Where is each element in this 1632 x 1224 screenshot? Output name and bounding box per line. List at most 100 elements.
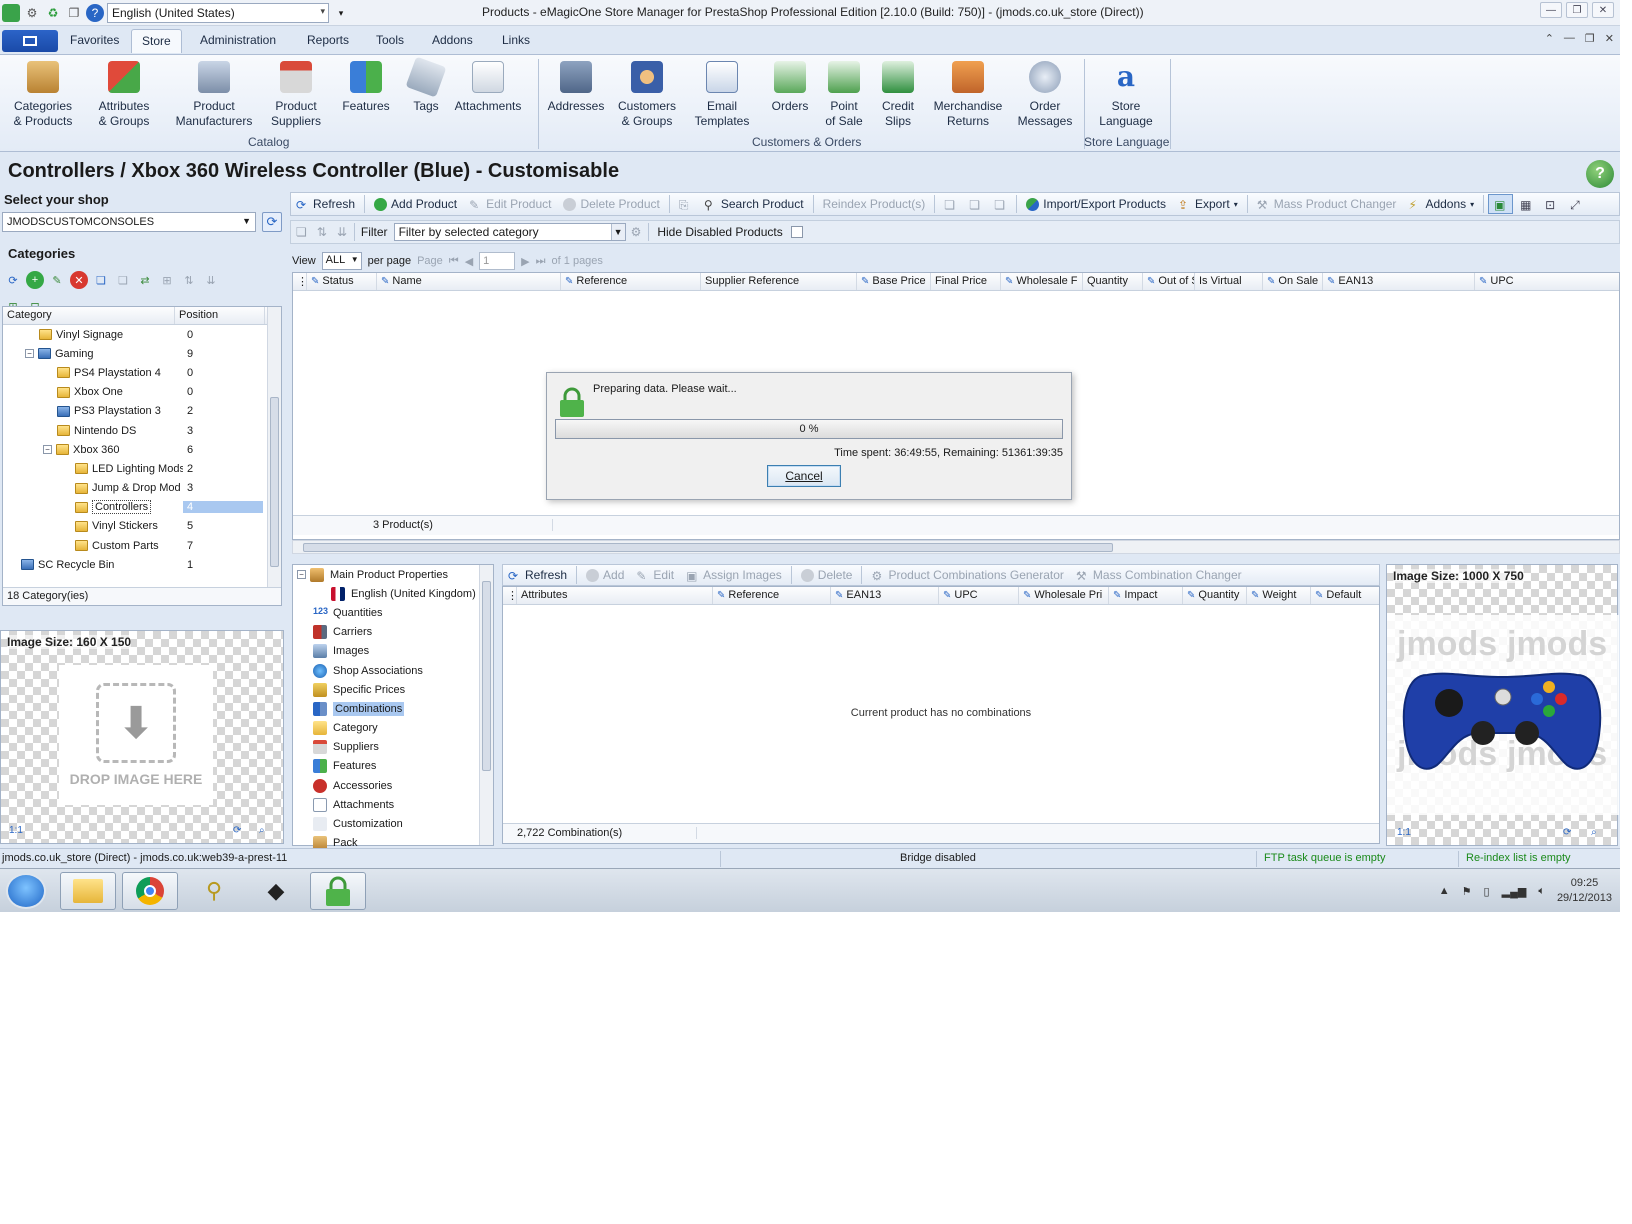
sort-asc-button[interactable]: ⇅ bbox=[312, 222, 332, 242]
add-category-icon[interactable]: + bbox=[26, 271, 44, 289]
clipboard-clear-button[interactable]: ❏ bbox=[989, 194, 1012, 214]
category-row[interactable]: Jump & Drop Mod 3 bbox=[3, 479, 281, 498]
credit-slips-button[interactable]: Credit Slips bbox=[876, 61, 920, 129]
mdi-minimize-icon[interactable]: — bbox=[1564, 32, 1575, 45]
comb-add-button[interactable]: Add bbox=[581, 565, 629, 585]
customize-qat-icon[interactable]: ▾ bbox=[332, 4, 350, 22]
column-final-price[interactable]: Final Price bbox=[931, 273, 1001, 290]
tab-addons[interactable]: Addons bbox=[432, 33, 473, 47]
merchandise-returns-button[interactable]: Merchandise Returns bbox=[928, 61, 1008, 129]
category-row-selected[interactable]: Controllers 4 bbox=[3, 498, 281, 517]
tree-item[interactable]: Carriers bbox=[293, 623, 493, 642]
tab-store[interactable]: Store bbox=[131, 29, 182, 53]
delete-product-button[interactable]: Delete Product bbox=[558, 194, 664, 214]
refresh-icon[interactable]: ♻ bbox=[44, 4, 62, 22]
column-name[interactable]: ✎ Name bbox=[377, 273, 561, 290]
tree-item[interactable]: Accessories bbox=[293, 776, 493, 795]
clipboard-paste-button[interactable]: ❏ bbox=[964, 194, 987, 214]
column-category[interactable]: Category bbox=[3, 307, 175, 324]
window-icon[interactable]: ❐ bbox=[65, 4, 83, 22]
flag-icon[interactable]: ⚑ bbox=[1462, 885, 1472, 898]
comb-delete-button[interactable]: Delete bbox=[796, 565, 858, 585]
refresh-button[interactable]: ⟳ Refresh bbox=[291, 194, 360, 214]
store-language-button[interactable]: a Store Language bbox=[1094, 61, 1158, 129]
mdi-restore-icon[interactable]: ❐ bbox=[1585, 32, 1595, 45]
tab-administration[interactable]: Administration bbox=[200, 33, 276, 47]
assign-images-button[interactable]: ▣ Assign Images bbox=[681, 565, 787, 585]
layout-toggle-button[interactable]: ▣ bbox=[1488, 194, 1514, 214]
column-ean13[interactable]: ✎ EAN13 bbox=[1323, 273, 1475, 290]
category-row[interactable]: SC Recycle Bin 1 bbox=[3, 555, 281, 574]
rotate-icon[interactable]: ⟳ bbox=[1563, 827, 1577, 839]
column-base-price[interactable]: ✎ Base Price bbox=[857, 273, 931, 290]
help-small-icon[interactable]: ? bbox=[86, 4, 104, 22]
category-row[interactable]: Xbox One 0 bbox=[3, 383, 281, 402]
tab-favorites[interactable]: Favorites bbox=[70, 33, 119, 47]
scrollbar-thumb[interactable] bbox=[303, 543, 1113, 552]
attributes-groups-button[interactable]: Attributes & Groups bbox=[92, 61, 156, 129]
filter-settings-button[interactable]: ⚙ bbox=[626, 222, 647, 242]
battery-icon[interactable]: ▯ bbox=[1484, 885, 1490, 898]
settings-icon[interactable]: ⚙ bbox=[23, 4, 41, 22]
start-button[interactable] bbox=[6, 873, 46, 909]
import-export-button[interactable]: Import/Export Products bbox=[1021, 194, 1171, 214]
collapse-ribbon-icon[interactable]: ⌃ bbox=[1545, 32, 1554, 45]
shop-select[interactable]: JMODSCUSTOMCONSOLES ▼ bbox=[2, 212, 256, 232]
delete-category-icon[interactable]: ✕ bbox=[70, 271, 88, 289]
product-suppliers-button[interactable]: Product Suppliers bbox=[264, 61, 328, 129]
column-chooser-icon[interactable]: ⋮ bbox=[293, 273, 307, 290]
email-templates-button[interactable]: Email Templates bbox=[690, 61, 754, 129]
mdi-close-icon[interactable]: ✕ bbox=[1605, 32, 1614, 45]
order-messages-button[interactable]: Order Messages bbox=[1014, 61, 1076, 129]
expand-icon[interactable]: ⊞ bbox=[158, 271, 176, 289]
drop-image-area[interactable]: ⬇ DROP IMAGE HERE bbox=[59, 665, 213, 805]
help-icon[interactable]: ? bbox=[1586, 160, 1614, 188]
collapse-toggle-icon[interactable]: − bbox=[43, 445, 52, 455]
sort-desc-button[interactable]: ⇊ bbox=[332, 222, 352, 242]
fit-columns-button[interactable]: ⊡ bbox=[1540, 194, 1563, 214]
language-select[interactable]: English (United States) ▾ bbox=[107, 3, 329, 23]
tree-item[interactable]: − Main Product Properties bbox=[293, 565, 493, 584]
category-row[interactable]: − Xbox 360 6 bbox=[3, 440, 281, 459]
grid-view-button[interactable]: ▦ bbox=[1515, 194, 1538, 214]
sort-up-icon[interactable]: ⇅ bbox=[180, 271, 198, 289]
category-row[interactable]: PS4 Playstation 4 0 bbox=[3, 363, 281, 382]
store-manager-taskbar-button[interactable] bbox=[310, 872, 366, 910]
orders-button[interactable]: Orders bbox=[768, 61, 812, 114]
copy-icon[interactable]: ❏ bbox=[92, 271, 110, 289]
explorer-taskbar-button[interactable] bbox=[60, 872, 116, 910]
column-wholesale[interactable]: ✎ Wholesale F bbox=[1001, 273, 1083, 290]
column-supplier-reference[interactable]: Supplier Reference bbox=[701, 273, 857, 290]
inkscape-taskbar-button[interactable]: ◆ bbox=[248, 872, 304, 910]
refresh-icon[interactable]: ⟳ bbox=[4, 271, 22, 289]
category-row[interactable]: LED Lighting Mods 2 bbox=[3, 459, 281, 478]
column-wholesale[interactable]: ✎ Wholesale Pri bbox=[1019, 587, 1109, 604]
tree-item-selected[interactable]: Combinations bbox=[293, 699, 493, 718]
first-page-icon[interactable]: ⏮ bbox=[449, 255, 459, 268]
per-page-select[interactable]: ALL ▼ bbox=[321, 252, 362, 270]
tree-item[interactable]: Customization bbox=[293, 814, 493, 833]
column-status[interactable]: ✎ Status bbox=[307, 273, 377, 290]
product-image-panel[interactable]: Image Size: 1000 X 750 jmods jmods jmods… bbox=[1386, 564, 1619, 846]
tree-item[interactable]: Features bbox=[293, 757, 493, 776]
column-quantity[interactable]: Quantity bbox=[1083, 273, 1143, 290]
add-product-button[interactable]: Add Product bbox=[369, 194, 462, 214]
zoom-icon[interactable]: ⌕ bbox=[259, 825, 273, 837]
product-hscrollbar[interactable] bbox=[292, 540, 1620, 554]
column-position[interactable]: Position bbox=[175, 307, 265, 324]
product-manufacturers-button[interactable]: Product Manufacturers bbox=[172, 61, 256, 129]
tree-item[interactable]: 123 Quantities bbox=[293, 603, 493, 622]
tab-links[interactable]: Links bbox=[502, 33, 530, 47]
scrollbar-thumb[interactable] bbox=[270, 397, 279, 567]
page-input[interactable] bbox=[479, 252, 516, 270]
category-row[interactable]: Nintendo DS 3 bbox=[3, 421, 281, 440]
scrollbar-thumb[interactable] bbox=[482, 581, 491, 771]
combinations-generator-button[interactable]: ⚙ Product Combinations Generator bbox=[866, 565, 1068, 585]
point-of-sale-button[interactable]: Point of Sale bbox=[820, 61, 868, 129]
attachments-button[interactable]: Attachments bbox=[452, 61, 524, 114]
column-is-virtual[interactable]: Is Virtual bbox=[1195, 273, 1263, 290]
pin-taskbar-button[interactable]: ⚲ bbox=[186, 872, 242, 910]
clock[interactable]: 09:25 29/12/2013 bbox=[1557, 876, 1612, 906]
tab-reports[interactable]: Reports bbox=[307, 33, 349, 47]
tab-tools[interactable]: Tools bbox=[376, 33, 404, 47]
